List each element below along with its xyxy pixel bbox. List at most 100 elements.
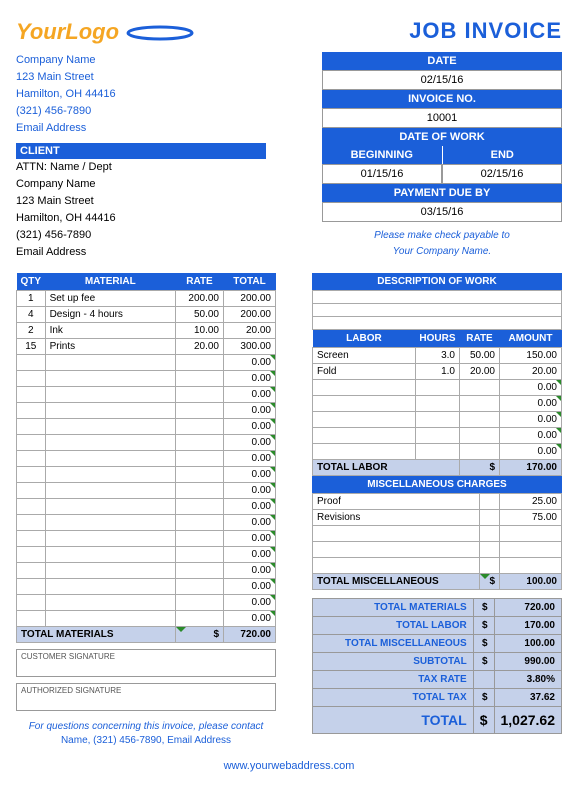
desc-line xyxy=(313,291,562,304)
client-attn: ATTN: Name / Dept xyxy=(16,159,266,176)
contact-line1: For questions concerning this invoice, p… xyxy=(16,721,276,732)
grand-total-value: 1,027.62 xyxy=(494,707,562,734)
labor-table: LABOR HOURS RATE AMOUNT Screen3.050.0015… xyxy=(312,330,562,476)
labor-total-label: TOTAL LABOR xyxy=(313,460,460,476)
misc-header: MISCELLANEOUS CHARGES xyxy=(312,476,562,493)
sum-taxrate-value: 3.80% xyxy=(494,671,562,689)
end-value: 02/15/16 xyxy=(442,164,562,184)
sum-tax-label: TOTAL TAX xyxy=(313,689,474,707)
labor-row: 0.00 xyxy=(313,444,562,460)
currency: $ xyxy=(480,574,500,590)
company-city: Hamilton, OH 44416 xyxy=(16,86,266,103)
material-row: 0.00 xyxy=(17,387,276,403)
company-email: Email Address xyxy=(16,120,266,137)
material-row: 0.00 xyxy=(17,563,276,579)
description-box xyxy=(312,290,562,330)
beginning-value: 01/15/16 xyxy=(322,164,442,184)
sum-lab-label: TOTAL LABOR xyxy=(313,617,474,635)
material-row: 15Prints20.00300.00 xyxy=(17,339,276,355)
logo: YourLogo xyxy=(16,18,195,48)
misc-total: 100.00 xyxy=(500,574,562,590)
material-row: 0.00 xyxy=(17,595,276,611)
date-header: DATE xyxy=(322,52,562,70)
grand-total-label: TOTAL xyxy=(313,707,474,734)
misc-row xyxy=(313,526,562,542)
amount-header: AMOUNT xyxy=(500,330,562,348)
labor-header: LABOR xyxy=(313,330,416,348)
client-street: 123 Main Street xyxy=(16,193,266,210)
company-phone: (321) 456-7890 xyxy=(16,103,266,120)
sum-mat-value: 720.00 xyxy=(494,599,562,617)
sum-taxrate-label: TAX RATE xyxy=(313,671,474,689)
summary-table: TOTAL MATERIALS$720.00 TOTAL LABOR$170.0… xyxy=(312,598,562,734)
material-row: 0.00 xyxy=(17,483,276,499)
material-row: 0.00 xyxy=(17,451,276,467)
beginning-header: BEGINNING xyxy=(322,146,443,164)
sum-tax-value: 37.62 xyxy=(494,689,562,707)
desc-line xyxy=(313,317,562,330)
material-row: 0.00 xyxy=(17,419,276,435)
contact-line2: Name, (321) 456-7890, Email Address xyxy=(16,735,276,746)
sum-mat-label: TOTAL MATERIALS xyxy=(313,599,474,617)
end-header: END xyxy=(443,146,563,164)
material-row: 0.00 xyxy=(17,435,276,451)
client-phone: (321) 456-7890 xyxy=(16,227,266,244)
sum-misc-label: TOTAL MISCELLANEOUS xyxy=(313,635,474,653)
client-info: ATTN: Name / Dept Company Name 123 Main … xyxy=(16,159,266,261)
misc-row xyxy=(313,558,562,574)
labor-row: 0.00 xyxy=(313,428,562,444)
authorized-signature: AUTHORIZED SIGNATURE xyxy=(16,683,276,711)
company-street: 123 Main Street xyxy=(16,69,266,86)
material-row: 2Ink10.0020.00 xyxy=(17,323,276,339)
company-name: Company Name xyxy=(16,52,266,69)
material-row: 0.00 xyxy=(17,467,276,483)
page-title: JOB INVOICE xyxy=(409,18,562,48)
payment-due-value: 03/15/16 xyxy=(322,202,562,222)
customer-signature: CUSTOMER SIGNATURE xyxy=(16,649,276,677)
client-email: Email Address xyxy=(16,244,266,261)
labor-row: Fold1.020.0020.00 xyxy=(313,364,562,380)
labor-row: 0.00 xyxy=(313,380,562,396)
misc-row xyxy=(313,542,562,558)
material-row: 1Set up fee200.00200.00 xyxy=(17,291,276,307)
payable-note: Please make check payable to Your Compan… xyxy=(322,228,562,260)
qty-header: QTY xyxy=(17,273,46,291)
labor-rate-header: RATE xyxy=(460,330,500,348)
labor-row: Screen3.050.00150.00 xyxy=(313,348,562,364)
materials-total: 720.00 xyxy=(224,627,276,643)
company-info: Company Name 123 Main Street Hamilton, O… xyxy=(16,52,266,137)
hours-header: HOURS xyxy=(415,330,459,348)
misc-total-label: TOTAL MISCELLANEOUS xyxy=(313,574,480,590)
misc-row: Revisions75.00 xyxy=(313,510,562,526)
material-row: 0.00 xyxy=(17,611,276,627)
material-header: MATERIAL xyxy=(45,273,175,291)
website[interactable]: www.yourwebaddress.com xyxy=(16,760,562,772)
material-row: 0.00 xyxy=(17,371,276,387)
material-row: 0.00 xyxy=(17,579,276,595)
invoice-no-header: INVOICE NO. xyxy=(322,90,562,108)
misc-row: Proof25.00 xyxy=(313,494,562,510)
description-header: DESCRIPTION OF WORK xyxy=(312,273,562,290)
material-row: 4Design - 4 hours50.00200.00 xyxy=(17,307,276,323)
material-row: 0.00 xyxy=(17,355,276,371)
labor-row: 0.00 xyxy=(313,412,562,428)
material-row: 0.00 xyxy=(17,515,276,531)
total-header: TOTAL xyxy=(224,273,276,291)
desc-line xyxy=(313,304,562,317)
material-row: 0.00 xyxy=(17,403,276,419)
client-city: Hamilton, OH 44416 xyxy=(16,210,266,227)
materials-total-label: TOTAL MATERIALS xyxy=(17,627,176,643)
currency: $ xyxy=(460,460,500,476)
sum-lab-value: 170.00 xyxy=(494,617,562,635)
material-row: 0.00 xyxy=(17,531,276,547)
rate-header: RATE xyxy=(176,273,224,291)
labor-total: 170.00 xyxy=(500,460,562,476)
invoice-no-value: 10001 xyxy=(322,108,562,128)
misc-table: Proof25.00Revisions75.00 TOTAL MISCELLAN… xyxy=(312,493,562,590)
labor-row: 0.00 xyxy=(313,396,562,412)
material-row: 0.00 xyxy=(17,499,276,515)
material-row: 0.00 xyxy=(17,547,276,563)
materials-table: QTY MATERIAL RATE TOTAL 1Set up fee200.0… xyxy=(16,273,276,643)
client-name: Company Name xyxy=(16,176,266,193)
date-of-work-header: DATE OF WORK xyxy=(322,128,562,146)
